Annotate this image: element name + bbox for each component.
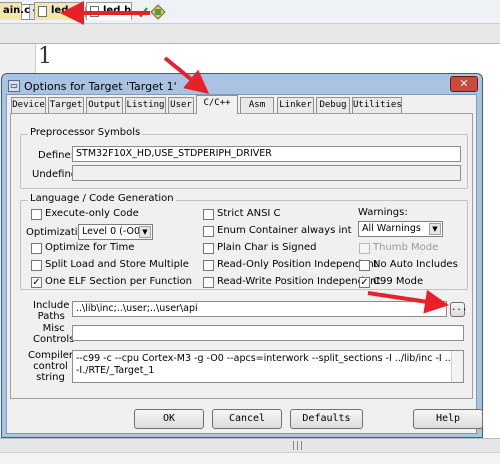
strict-ansi-label: Strict ANSI C bbox=[217, 208, 281, 219]
browse-include-paths-button[interactable]: ... bbox=[450, 302, 467, 317]
dialog-window-icon: ▭ bbox=[8, 80, 20, 92]
enum-int-checkbox[interactable] bbox=[203, 226, 214, 237]
plain-char-checkbox[interactable] bbox=[203, 243, 214, 254]
codegen-group-label: Language / Code Generation bbox=[28, 193, 176, 204]
help-button[interactable]: Help bbox=[413, 409, 483, 429]
misc-controls-label: Misc Controls bbox=[33, 323, 75, 345]
chevron-down-icon[interactable]: ▼ bbox=[139, 226, 151, 238]
compiler-control-scrollbar[interactable] bbox=[451, 351, 463, 382]
optimize-time-checkbox[interactable] bbox=[31, 243, 42, 254]
ro-pi-label: Read-Only Position Independent bbox=[217, 259, 378, 270]
tab-utilities[interactable]: Utilities bbox=[352, 97, 402, 113]
plain-char-label: Plain Char is Signed bbox=[217, 242, 317, 253]
preprocessor-group-label: Preprocessor Symbols bbox=[28, 127, 143, 138]
tab-target[interactable]: Target bbox=[48, 97, 84, 113]
file-icon bbox=[38, 6, 47, 17]
include-paths-label: Include Paths bbox=[33, 300, 70, 322]
dialog-title: Options for Target 'Target 1' bbox=[24, 80, 177, 93]
c99-mode-checkbox[interactable]: ✓ bbox=[359, 277, 370, 288]
tab-debug[interactable]: Debug bbox=[316, 97, 350, 113]
compiler-control-string[interactable]: --c99 -c --cpu Cortex-M3 -g -O0 --apcs=i… bbox=[72, 350, 464, 383]
optimize-time-label: Optimize for Time bbox=[45, 242, 135, 253]
ok-button[interactable]: OK bbox=[134, 409, 204, 429]
execute-only-checkbox[interactable] bbox=[31, 209, 42, 220]
file-tab-led-c[interactable]: led.c bbox=[34, 2, 84, 20]
define-field[interactable]: STM32F10X_HD,USE_STDPERIPH_DRIVER bbox=[72, 146, 461, 162]
split-load-store-checkbox[interactable] bbox=[31, 260, 42, 271]
tab-user[interactable]: User bbox=[168, 97, 194, 113]
no-auto-includes-checkbox[interactable] bbox=[359, 260, 370, 271]
optimization-select[interactable]: Level 0 (-O0) ▼ bbox=[78, 224, 153, 240]
one-elf-checkbox[interactable]: ✓ bbox=[31, 277, 42, 288]
horizontal-scrollbar[interactable] bbox=[0, 452, 500, 464]
rw-pi-checkbox[interactable] bbox=[203, 277, 214, 288]
check-icon[interactable] bbox=[134, 4, 150, 20]
compiler-control-label: Compiler control string bbox=[28, 350, 74, 383]
pack-installer-icon[interactable] bbox=[150, 4, 166, 20]
tab-c-cpp[interactable]: C/C++ bbox=[196, 95, 238, 114]
tab-output[interactable]: Output bbox=[86, 97, 123, 113]
misc-controls-field[interactable] bbox=[72, 325, 464, 341]
defaults-button[interactable]: Defaults bbox=[290, 409, 363, 429]
execute-only-label: Execute-only Code bbox=[45, 208, 139, 219]
define-label: Define: bbox=[38, 150, 75, 161]
thumb-mode-label: Thumb Mode bbox=[373, 242, 439, 253]
tab-listing[interactable]: Listing bbox=[125, 97, 166, 113]
file-tab-led-h[interactable]: led.h bbox=[86, 2, 132, 20]
include-paths-field[interactable]: ..\lib\inc;..\user;..\user\api bbox=[72, 301, 447, 317]
file-tabs bbox=[0, 24, 500, 44]
line-number: 1 bbox=[38, 44, 52, 69]
tab-device[interactable]: Device bbox=[11, 97, 46, 113]
one-elf-label: One ELF Section per Function bbox=[45, 276, 193, 287]
warnings-label: Warnings: bbox=[358, 207, 408, 218]
thumb-mode-checkbox[interactable] bbox=[359, 243, 370, 254]
c99-mode-label: C99 Mode bbox=[373, 276, 424, 287]
warnings-select[interactable]: All Warnings ▼ bbox=[358, 221, 443, 237]
split-load-store-label: Split Load and Store Multiple bbox=[45, 259, 189, 270]
tab-asm[interactable]: Asm bbox=[240, 97, 274, 113]
undefine-field[interactable] bbox=[72, 165, 461, 181]
file-icon bbox=[90, 6, 99, 17]
pane-splitter[interactable]: ||| bbox=[292, 441, 304, 451]
strict-ansi-checkbox[interactable] bbox=[203, 209, 214, 220]
enum-int-label: Enum Container always int bbox=[217, 225, 352, 236]
close-icon[interactable]: ✕ bbox=[450, 76, 478, 92]
rw-pi-label: Read-Write Position Independent bbox=[217, 276, 381, 287]
no-auto-includes-label: No Auto Includes bbox=[373, 259, 458, 270]
chevron-down-icon[interactable]: ▼ bbox=[429, 223, 441, 235]
file-tab-main-c[interactable]: ain.c bbox=[0, 2, 30, 20]
ro-pi-checkbox[interactable] bbox=[203, 260, 214, 271]
tab-linker[interactable]: Linker bbox=[277, 97, 314, 113]
cancel-button[interactable]: Cancel bbox=[212, 409, 282, 429]
